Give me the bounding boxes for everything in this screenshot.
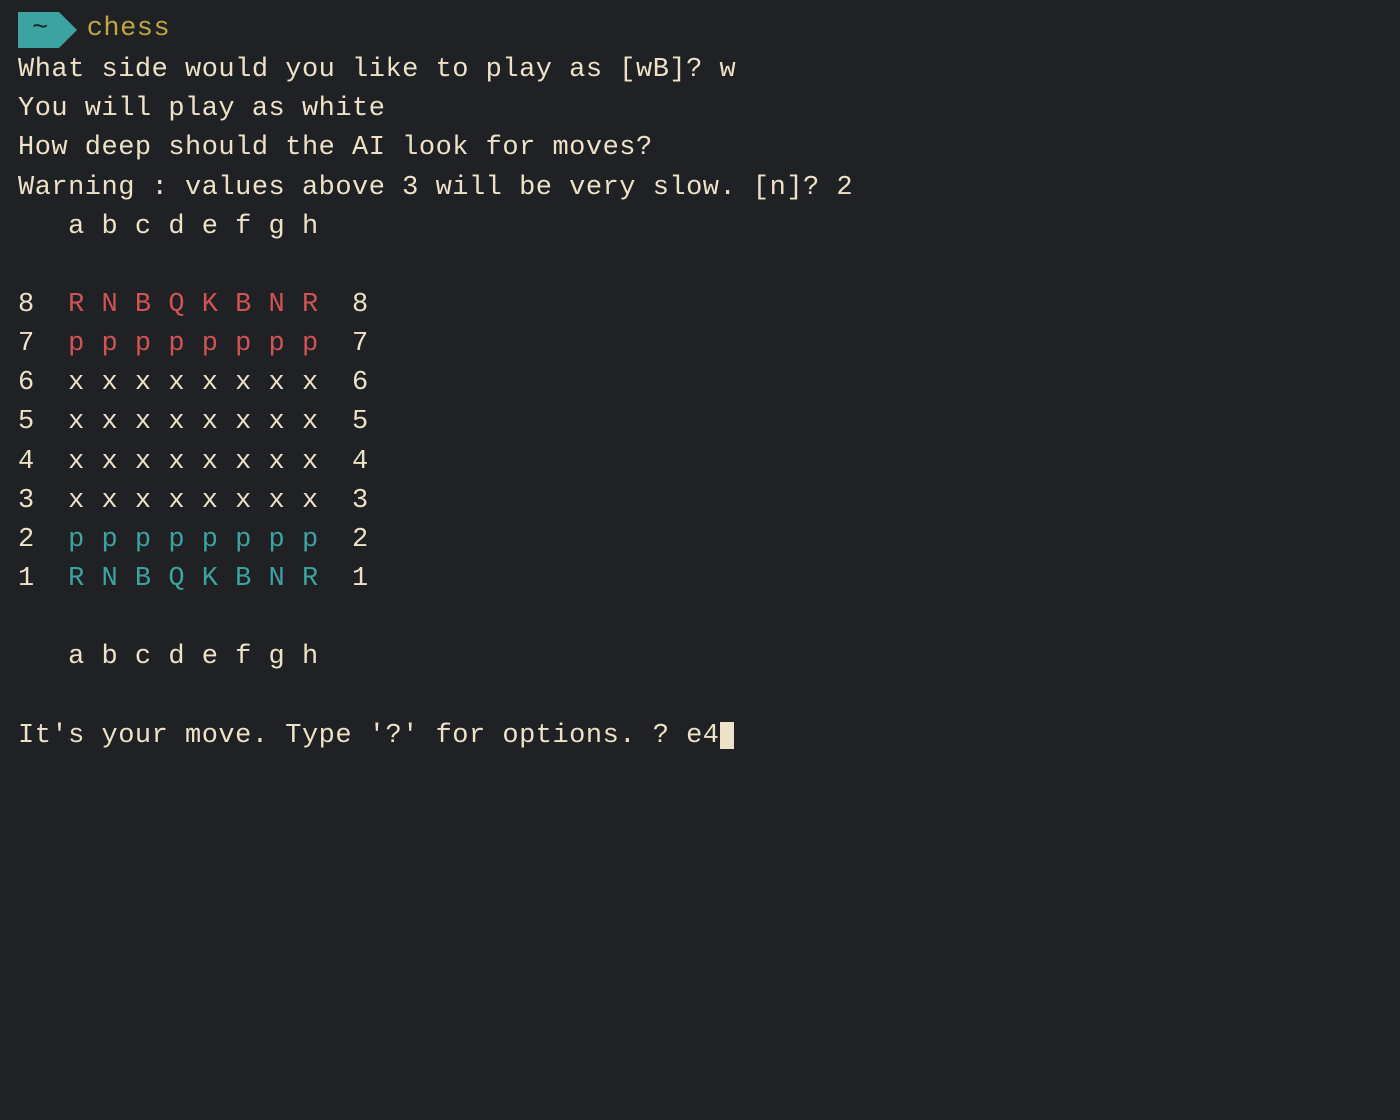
rank-label-left: 4	[18, 447, 68, 477]
rank-label-left: 3	[18, 486, 68, 516]
blank-line-3	[18, 599, 1382, 638]
rank-label-right: 8	[319, 290, 369, 320]
board-row-6: 6 x x x x x x x x 6	[18, 364, 1382, 403]
prompt-path: ~	[32, 10, 49, 49]
rank-label-right: 7	[319, 329, 369, 359]
rank-label-right: 1	[319, 564, 369, 594]
board-row-2: 2 p p p p p p p p 2	[18, 521, 1382, 560]
move-prompt-text: It's your move. Type '?' for options. ? …	[18, 721, 720, 751]
board-cells: x x x x x x x x	[68, 447, 319, 477]
board-row-8: 8 R N B Q K B N R 8	[18, 286, 1382, 325]
board-row-7: 7 p p p p p p p p 7	[18, 325, 1382, 364]
rank-label-right: 2	[319, 525, 369, 555]
terminal[interactable]: ~ chess What side would you like to play…	[0, 0, 1400, 756]
question-side: What side would you like to play as [wB]…	[18, 51, 1382, 90]
rank-label-left: 8	[18, 290, 68, 320]
rank-label-right: 5	[319, 407, 369, 437]
rank-label-right: 4	[319, 447, 369, 477]
board-cells: x x x x x x x x	[68, 486, 319, 516]
chess-board: 8 R N B Q K B N R 87 p p p p p p p p 76 …	[18, 286, 1382, 599]
board-cells: R N B Q K B N R	[68, 564, 319, 594]
files-bottom: a b c d e f g h	[18, 638, 1382, 677]
prompt-path-badge: ~	[18, 12, 59, 48]
board-row-3: 3 x x x x x x x x 3	[18, 482, 1382, 521]
blank-line-2	[18, 247, 1382, 286]
rank-label-right: 6	[319, 368, 369, 398]
board-row-5: 5 x x x x x x x x 5	[18, 403, 1382, 442]
question-depth: How deep should the AI look for moves?	[18, 129, 1382, 168]
files-top: a b c d e f g h	[18, 208, 1382, 247]
rank-label-right: 3	[319, 486, 369, 516]
rank-label-left: 6	[18, 368, 68, 398]
warning-depth: Warning : values above 3 will be very sl…	[18, 169, 1382, 208]
board-cells: p p p p p p p p	[68, 525, 319, 555]
blank-line-4	[18, 677, 1382, 716]
rank-label-left: 1	[18, 564, 68, 594]
move-prompt-line[interactable]: It's your move. Type '?' for options. ? …	[18, 717, 1382, 756]
board-cells: R N B Q K B N R	[68, 290, 319, 320]
rank-label-left: 2	[18, 525, 68, 555]
board-cells: x x x x x x x x	[68, 368, 319, 398]
board-cells: p p p p p p p p	[68, 329, 319, 359]
rank-label-left: 7	[18, 329, 68, 359]
board-row-4: 4 x x x x x x x x 4	[18, 443, 1382, 482]
answer-side: You will play as white	[18, 90, 1382, 129]
cursor-icon	[720, 722, 734, 749]
command-text: chess	[87, 10, 171, 49]
board-cells: x x x x x x x x	[68, 407, 319, 437]
rank-label-left: 5	[18, 407, 68, 437]
board-row-1: 1 R N B Q K B N R 1	[18, 560, 1382, 599]
prompt-line: ~ chess	[18, 10, 1382, 49]
